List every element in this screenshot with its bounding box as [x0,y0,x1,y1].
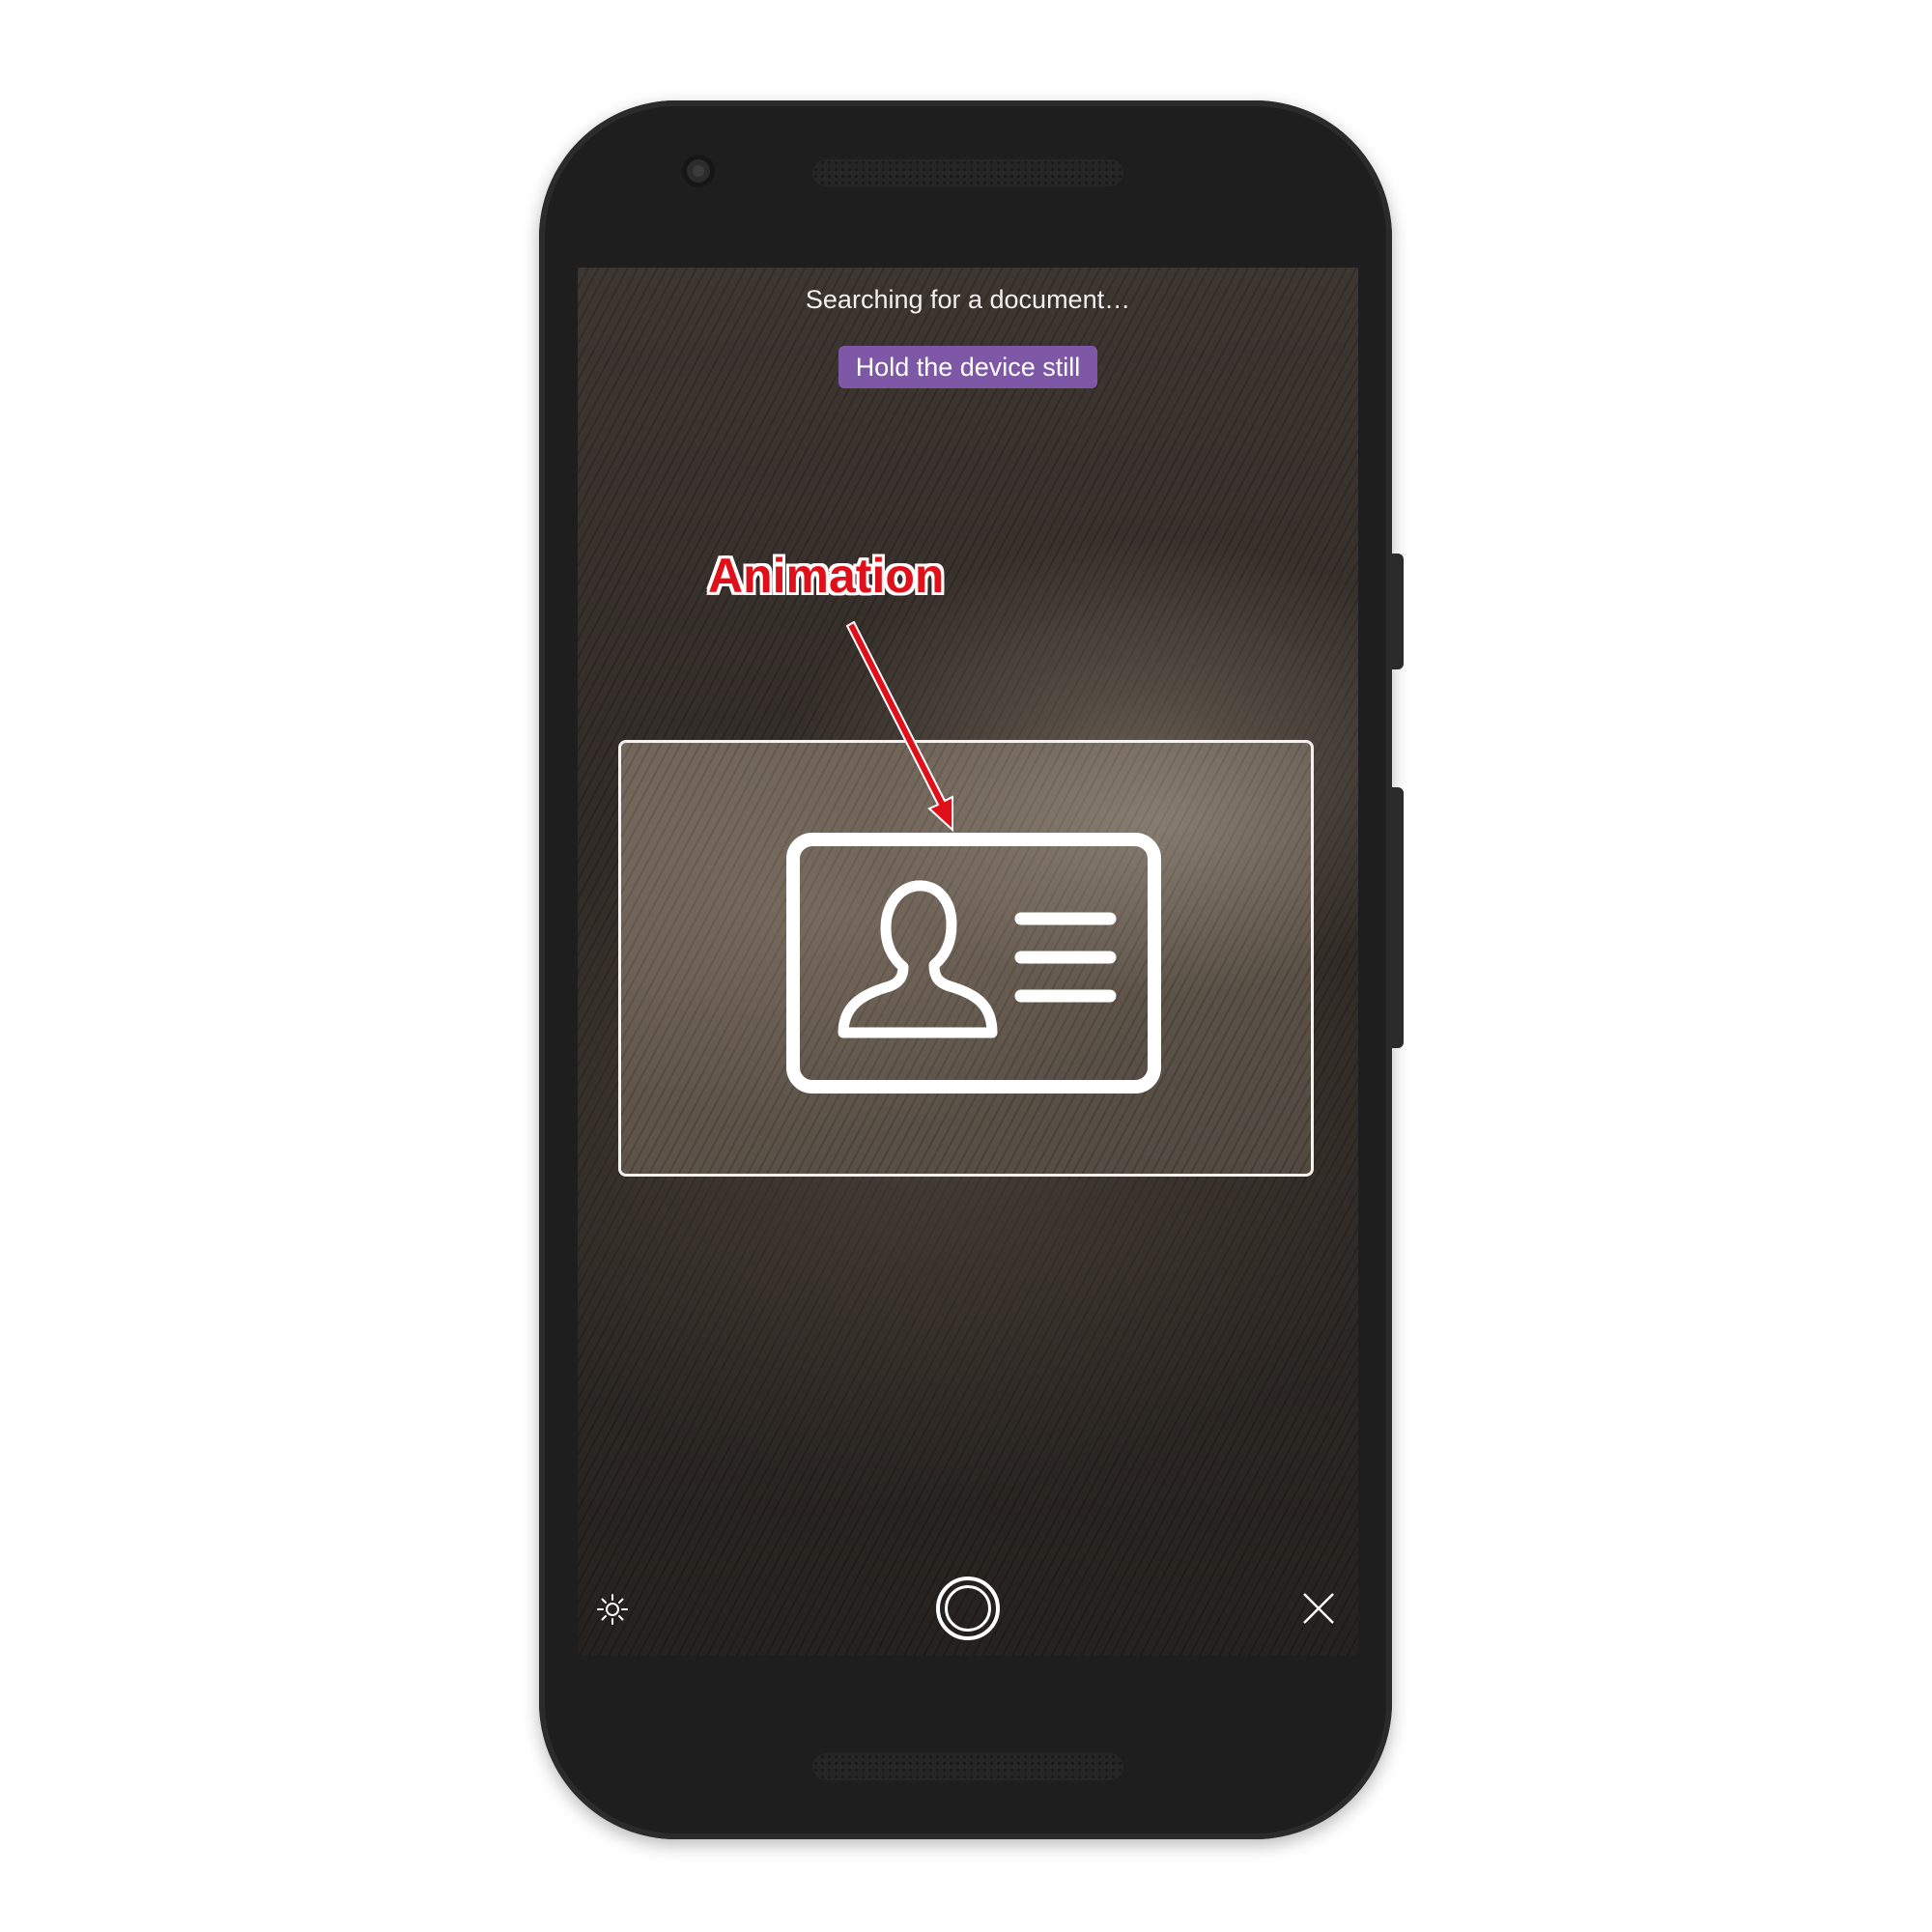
power-button [1392,554,1404,669]
annotation-label: Animation [708,549,945,603]
document-scan-frame [618,740,1314,1177]
scan-status-text: Searching for a document… [805,285,1131,314]
bottom-speaker-grille [812,1753,1123,1780]
flash-icon[interactable] [595,1592,630,1627]
hold-still-badge: Hold the device still [838,346,1097,388]
camera-viewfinder: Searching for a document… Hold the devic… [578,268,1358,1656]
front-camera [682,155,715,187]
volume-button [1392,787,1404,1048]
camera-controls [578,1577,1358,1656]
close-icon[interactable] [1301,1591,1336,1626]
id-card-icon [786,833,1161,1094]
top-speaker-grille [812,159,1123,186]
shutter-button[interactable] [936,1577,1000,1640]
